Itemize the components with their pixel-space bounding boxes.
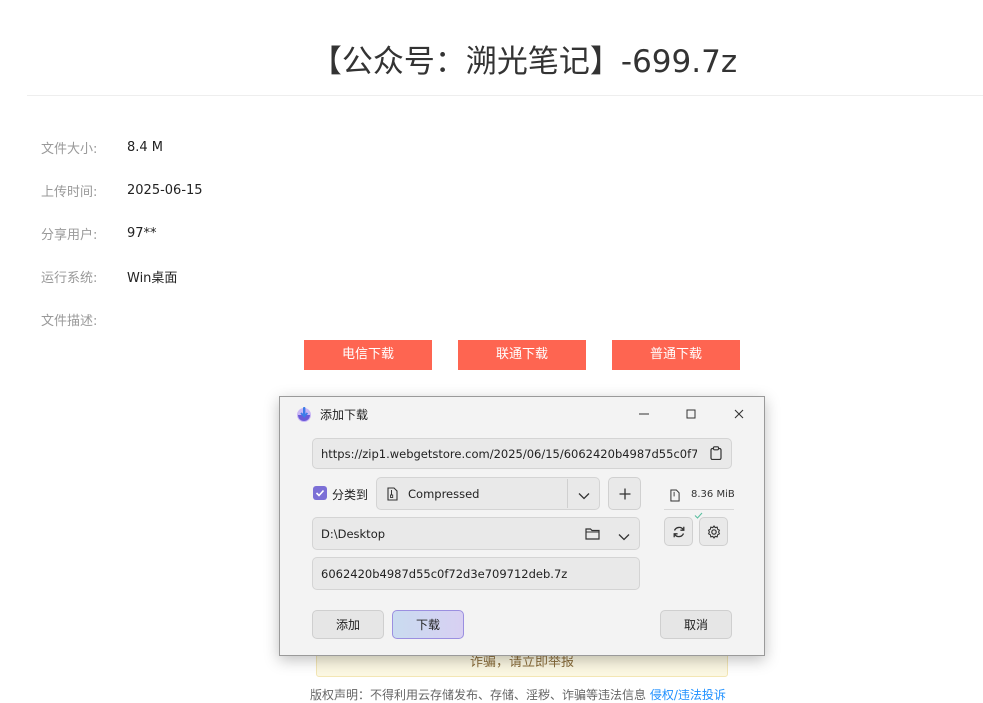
save-path-select[interactable]: D:\Desktop xyxy=(312,517,640,550)
unicom-download-button[interactable]: 联通下载 xyxy=(458,340,586,370)
info-row-description: 文件描述: xyxy=(41,309,127,329)
check-icon xyxy=(315,489,325,497)
upload-time-value: 2025-06-15 xyxy=(127,182,203,198)
category-checkbox-label: 分类到 xyxy=(332,488,369,502)
file-size-icon xyxy=(670,487,680,506)
chevron-down-icon[interactable] xyxy=(618,530,630,544)
dialog-titlebar[interactable]: 添加下载 xyxy=(280,397,764,431)
add-category-button[interactable] xyxy=(608,477,641,510)
close-button[interactable] xyxy=(726,403,752,425)
refresh-icon xyxy=(673,526,684,537)
folder-icon[interactable] xyxy=(585,527,600,543)
chevron-down-icon[interactable] xyxy=(578,489,590,503)
url-input[interactable]: https://zip1.webgetstore.com/2025/06/15/… xyxy=(312,438,732,469)
dialog-title: 添加下载 xyxy=(320,408,369,422)
category-value: Compressed xyxy=(408,486,480,501)
paste-clipboard-icon[interactable] xyxy=(710,446,722,463)
report-link[interactable]: 侵权/违法投诉 xyxy=(650,688,726,702)
category-select[interactable]: Compressed xyxy=(376,477,600,510)
gear-icon xyxy=(707,524,720,539)
telecom-download-button[interactable]: 电信下载 xyxy=(304,340,432,370)
normal-download-button[interactable]: 普通下载 xyxy=(612,340,740,370)
maximize-icon xyxy=(686,409,696,419)
zip-file-icon xyxy=(387,487,398,504)
info-label: 运行系统: xyxy=(41,270,98,286)
url-text: https://zip1.webgetstore.com/2025/06/15/… xyxy=(321,446,697,461)
filename-input[interactable]: 6062420b4987d55c0f72d3e709712deb.7z xyxy=(312,557,640,590)
add-download-dialog: 添加下载 https://zip1.webgetstore.com/2025/0… xyxy=(279,396,765,656)
info-label: 分享用户: xyxy=(41,227,98,243)
file-size-label: 8.36 MiB xyxy=(691,489,735,500)
info-label: 文件大小: xyxy=(41,141,98,157)
file-size-value: 8.4 M xyxy=(127,139,164,155)
maximize-button[interactable] xyxy=(678,403,704,425)
copyright-text: 版权声明：不得利用云存储发布、存储、淫秽、诈骗等违法信息 xyxy=(310,688,647,702)
plus-icon xyxy=(619,488,630,499)
page-title: 【公众号：溯光笔记】-699.7z xyxy=(310,44,738,80)
minimize-icon xyxy=(639,413,649,415)
info-label: 上传时间: xyxy=(41,184,98,200)
info-row-user: 分享用户: 97** xyxy=(41,223,157,243)
share-user-value: 97** xyxy=(127,225,157,241)
title-divider xyxy=(27,95,983,96)
minimize-button[interactable] xyxy=(631,403,657,425)
info-label: 文件描述: xyxy=(41,313,98,329)
add-button[interactable]: 添加 xyxy=(312,610,384,639)
download-button[interactable]: 下载 xyxy=(392,610,464,639)
info-row-os: 运行系统: Win桌面 xyxy=(41,266,177,286)
select-divider xyxy=(567,479,568,508)
close-icon xyxy=(734,409,744,419)
cancel-button[interactable]: 取消 xyxy=(660,610,732,639)
save-path-value: D:\Desktop xyxy=(321,526,386,541)
downloader-app-icon xyxy=(295,405,313,423)
info-row-upload-time: 上传时间: 2025-06-15 xyxy=(41,180,203,200)
refresh-button[interactable] xyxy=(664,517,693,546)
filename-value: 6062420b4987d55c0f72d3e709712deb.7z xyxy=(321,566,568,581)
info-row-size: 文件大小: 8.4 M xyxy=(41,137,163,157)
os-value: Win桌面 xyxy=(127,270,178,286)
category-checkbox[interactable] xyxy=(313,486,327,500)
copyright-notice: 版权声明：不得利用云存储发布、存储、淫秽、诈骗等违法信息 侵权/违法投诉 xyxy=(310,686,726,703)
settings-button[interactable] xyxy=(699,517,728,546)
